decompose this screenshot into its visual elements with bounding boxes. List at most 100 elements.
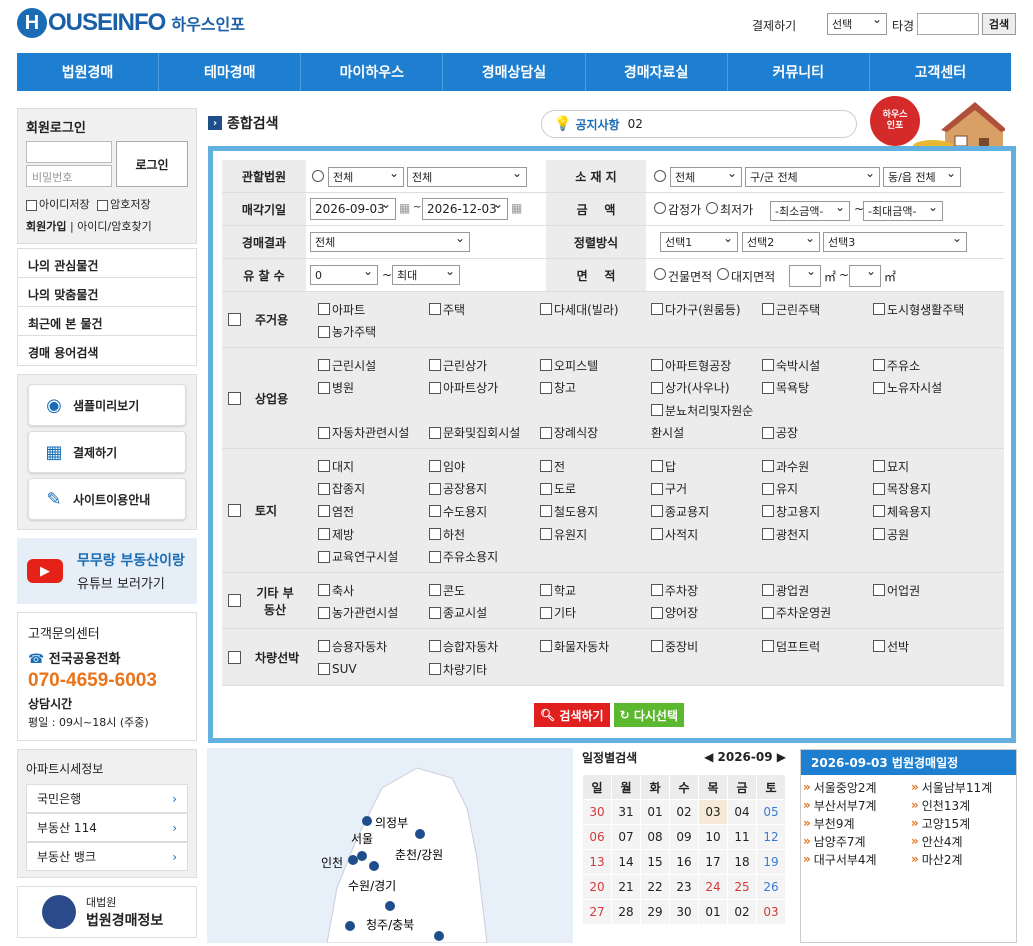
type-option-checkbox[interactable]: [540, 584, 552, 597]
schedule-item[interactable]: 서울중앙2계: [803, 778, 911, 796]
calendar-day[interactable]: 21: [611, 874, 641, 900]
type-option-checkbox[interactable]: [429, 640, 441, 653]
map-pin-icon[interactable]: [345, 921, 355, 931]
schedule-item[interactable]: 대구서부4계: [803, 850, 911, 868]
calendar-day[interactable]: 30: [582, 799, 612, 825]
type-option-checkbox[interactable]: [540, 303, 552, 316]
type-option[interactable]: 중장비: [651, 635, 762, 658]
appraise-radio[interactable]: [654, 202, 666, 214]
court-select-2[interactable]: 전체: [407, 166, 527, 187]
type-option-checkbox[interactable]: [762, 426, 774, 439]
type-option[interactable]: 유지: [762, 478, 873, 501]
type-option-checkbox[interactable]: [651, 460, 663, 473]
calendar-day[interactable]: 27: [582, 899, 612, 925]
calendar-day[interactable]: 25: [727, 874, 757, 900]
type-option-checkbox[interactable]: [873, 482, 885, 495]
type-option[interactable]: 주택: [429, 298, 540, 321]
type-option-checkbox[interactable]: [651, 482, 663, 495]
type-option[interactable]: 하천: [429, 523, 540, 546]
type-option-checkbox[interactable]: [762, 359, 774, 372]
type-option[interactable]: 목장용지: [873, 478, 984, 501]
type-option[interactable]: 제방: [318, 523, 429, 546]
my-menu-item[interactable]: 나의 맞춤물건: [18, 278, 196, 307]
type-option[interactable]: [318, 399, 429, 422]
sample-preview-button[interactable]: ◉ 샘플미리보기: [28, 384, 186, 426]
type-option[interactable]: 선박: [873, 635, 984, 658]
type-option-checkbox[interactable]: [318, 381, 330, 394]
prev-month-icon[interactable]: ◀: [704, 750, 713, 764]
calendar-day[interactable]: 26: [756, 874, 786, 900]
type-option[interactable]: [429, 399, 540, 422]
apt-link[interactable]: 국민은행 ›: [26, 784, 188, 813]
type-option[interactable]: 아파트상가: [429, 377, 540, 400]
type-option-checkbox[interactable]: [873, 640, 885, 653]
type-option[interactable]: 교육연구시설: [318, 545, 429, 568]
map-pin-icon[interactable]: [357, 851, 367, 861]
calendar-day[interactable]: 22: [640, 874, 670, 900]
type-option[interactable]: 주차운영권: [762, 602, 873, 625]
site-logo[interactable]: H OUSEINFO 하우스인포: [17, 8, 245, 38]
type-option[interactable]: 아파트: [318, 298, 429, 321]
type-group-checkbox[interactable]: [228, 650, 241, 664]
type-option[interactable]: 노유자시설: [873, 377, 984, 400]
type-option[interactable]: 임야: [429, 455, 540, 478]
type-option[interactable]: 다세대(빌라): [540, 298, 651, 321]
type-option-checkbox[interactable]: [429, 426, 441, 439]
calendar-day[interactable]: 09: [669, 824, 699, 850]
calendar-day[interactable]: 24: [698, 874, 728, 900]
reset-button[interactable]: ↻ 다시선택: [613, 703, 685, 727]
type-option-checkbox[interactable]: [651, 303, 663, 316]
my-menu-item[interactable]: 최근에 본 물건: [18, 307, 196, 336]
type-option-checkbox[interactable]: [318, 550, 330, 563]
calendar-day[interactable]: 02: [727, 899, 757, 925]
type-option[interactable]: 잡종지: [318, 478, 429, 501]
type-option[interactable]: 창고: [540, 377, 651, 400]
calendar-day[interactable]: 18: [727, 849, 757, 875]
type-option[interactable]: 학교: [540, 579, 651, 602]
type-option[interactable]: 수도용지: [429, 500, 540, 523]
type-option[interactable]: 숙박시설: [762, 354, 873, 377]
schedule-item[interactable]: 마산2계: [911, 850, 1019, 868]
area-from-input[interactable]: [789, 264, 821, 287]
type-option[interactable]: 답: [651, 455, 762, 478]
type-option[interactable]: 기타: [540, 602, 651, 625]
fail-from-select[interactable]: 0: [310, 264, 378, 285]
type-option[interactable]: 승합자동차: [429, 635, 540, 658]
type-option-checkbox[interactable]: [540, 381, 552, 394]
map-label[interactable]: 서울: [351, 832, 373, 846]
type-option[interactable]: 승용자동차: [318, 635, 429, 658]
type-option-checkbox[interactable]: [651, 505, 663, 518]
type-option-checkbox[interactable]: [540, 606, 552, 619]
type-option[interactable]: [540, 399, 651, 422]
gu-select[interactable]: 구/군 전체: [745, 166, 880, 187]
type-option-checkbox[interactable]: [651, 404, 663, 417]
type-option-checkbox[interactable]: [540, 482, 552, 495]
type-option-checkbox[interactable]: [651, 584, 663, 597]
nav-item[interactable]: 고객센터: [870, 53, 1011, 91]
payment-button[interactable]: ▦ 결제하기: [28, 431, 186, 473]
type-option[interactable]: 대지: [318, 455, 429, 478]
type-option-checkbox[interactable]: [540, 359, 552, 372]
type-option-checkbox[interactable]: [651, 528, 663, 541]
map-label[interactable]: 인천: [321, 855, 343, 870]
type-option[interactable]: 염전: [318, 500, 429, 523]
type-option-checkbox[interactable]: [318, 663, 330, 676]
type-option[interactable]: 전: [540, 455, 651, 478]
type-option-checkbox[interactable]: [873, 303, 885, 316]
type-option[interactable]: 근린상가: [429, 354, 540, 377]
sort-select-2[interactable]: 선택2: [742, 231, 820, 252]
schedule-item[interactable]: 남양주7계: [803, 832, 911, 850]
id-input[interactable]: [26, 141, 112, 163]
minprice-radio[interactable]: [706, 202, 718, 214]
type-option-checkbox[interactable]: [318, 528, 330, 541]
type-option[interactable]: 묘지: [873, 455, 984, 478]
map-label[interactable]: 의정부: [375, 816, 408, 830]
type-option-checkbox[interactable]: [762, 584, 774, 597]
calendar-day[interactable]: 23: [669, 874, 699, 900]
map-pin-icon[interactable]: [362, 816, 372, 826]
map-label[interactable]: 춘천/강원: [395, 847, 443, 862]
calendar-day[interactable]: 12: [756, 824, 786, 850]
schedule-item[interactable]: 부천9계: [803, 814, 911, 832]
calendar-day[interactable]: 07: [611, 824, 641, 850]
type-option[interactable]: 종교시설: [429, 602, 540, 625]
